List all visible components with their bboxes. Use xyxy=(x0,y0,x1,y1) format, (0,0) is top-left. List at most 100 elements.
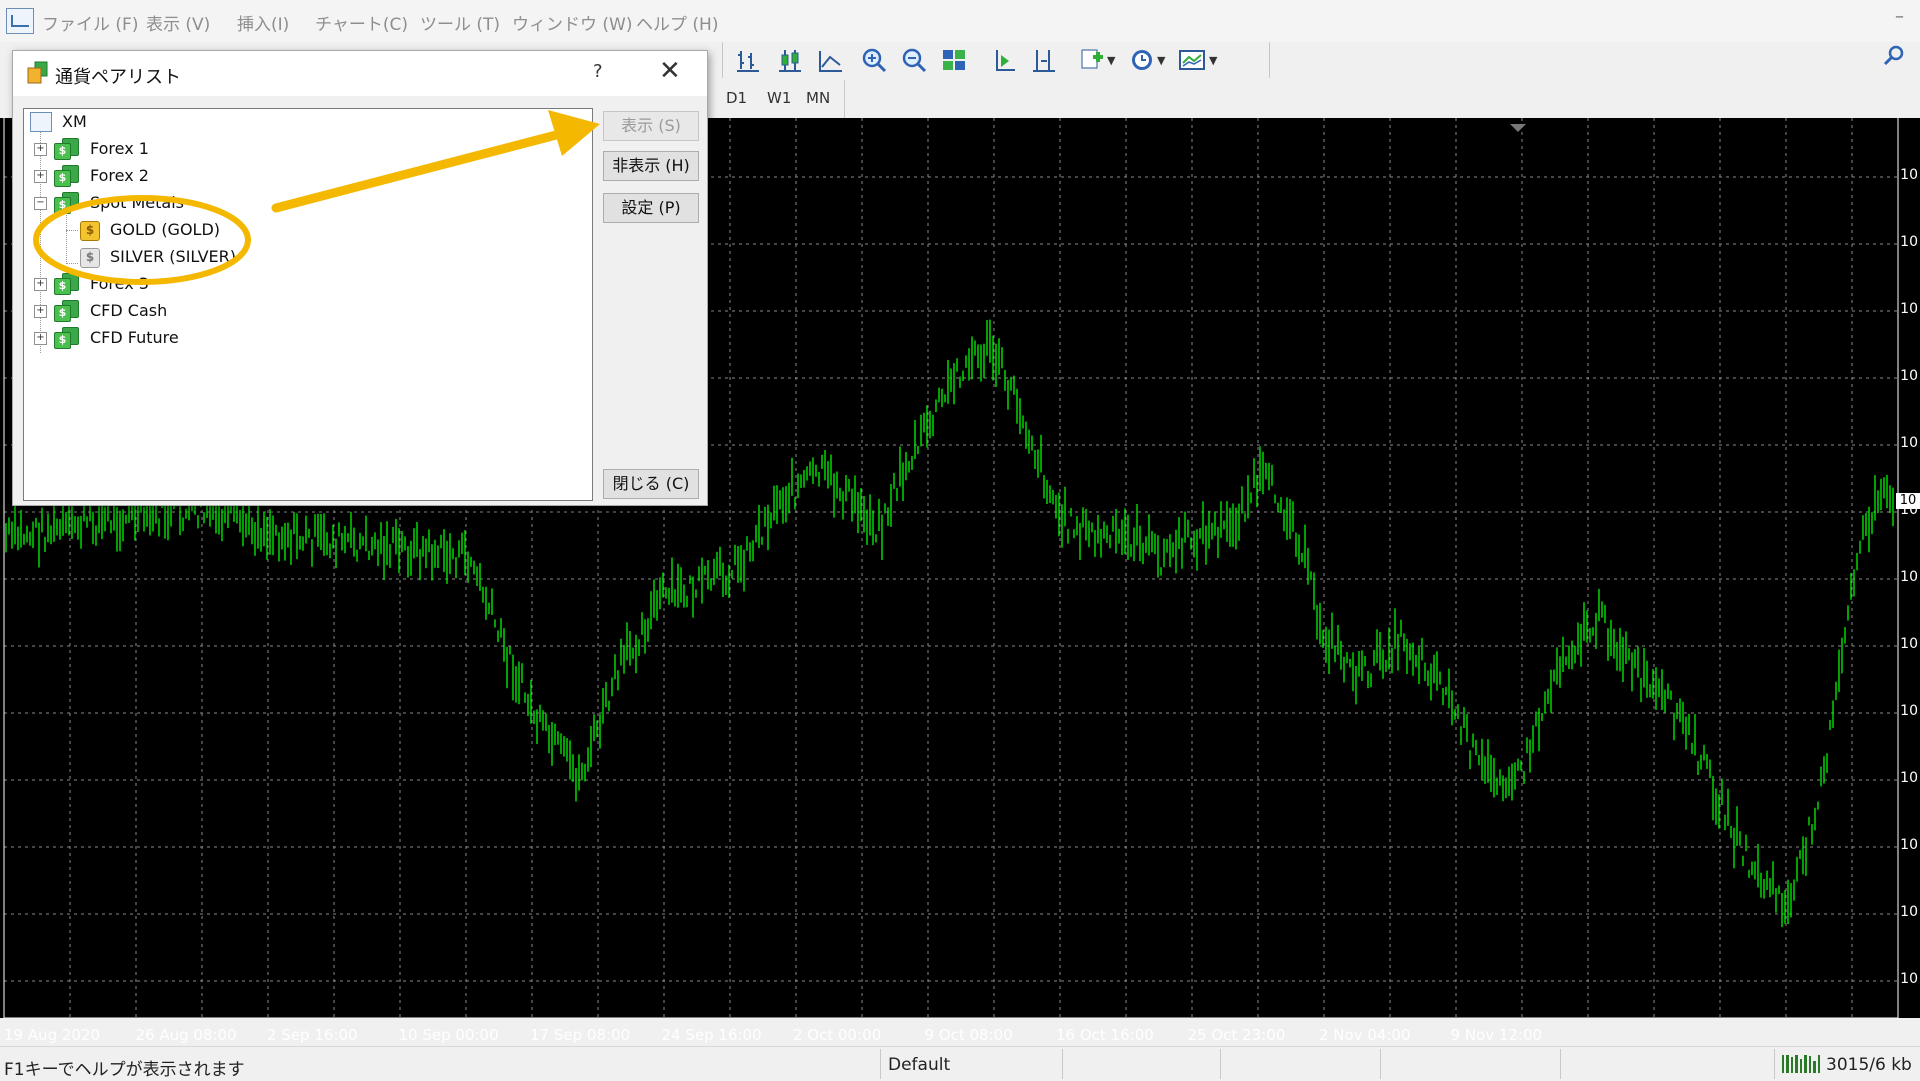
indicators-icon[interactable] xyxy=(1077,45,1107,75)
status-traffic: 3015/6 kb xyxy=(1826,1055,1912,1075)
tile-windows-icon[interactable] xyxy=(939,45,969,75)
auto-scroll-icon[interactable] xyxy=(989,45,1019,75)
symbol-folder-icon: $ xyxy=(54,138,79,160)
expand-icon[interactable]: + xyxy=(34,332,47,345)
status-separator xyxy=(1062,1049,1063,1079)
time-tick-label: 9 Oct 08:00 xyxy=(924,1026,1013,1044)
templates-dropdown-icon[interactable]: ▼ xyxy=(1209,54,1217,67)
tree-connector xyxy=(40,131,41,353)
status-bar: F1キーでヘルプが表示されます Default 3015/6 kb xyxy=(0,1046,1920,1081)
tree-group-label: CFD Future xyxy=(90,328,179,347)
time-tick-label: 2 Nov 04:00 xyxy=(1319,1026,1411,1044)
periods-dropdown-icon[interactable]: ▼ xyxy=(1157,54,1165,67)
dialog-title: 通貨ペアリスト xyxy=(55,67,181,88)
hide-button[interactable]: 非表示 (H) xyxy=(603,151,699,181)
expand-icon[interactable]: + xyxy=(34,143,47,156)
search-icon[interactable] xyxy=(1882,44,1906,74)
menu-file[interactable]: ファイル (F) xyxy=(42,10,138,35)
settings-button[interactable]: 設定 (P) xyxy=(603,193,699,223)
status-profile: Default xyxy=(888,1055,951,1075)
price-tick-label: 10 xyxy=(1900,770,1918,786)
dialog-help-button[interactable]: ? xyxy=(593,61,603,82)
symbol-folder-icon: $ xyxy=(54,165,79,187)
toolbar-chart-group: ▼ ▼ ▼ xyxy=(722,42,1270,78)
price-tick-label: 10 xyxy=(1900,636,1918,652)
tree-group-label: Spot Metals xyxy=(90,193,184,212)
broker-icon xyxy=(30,112,52,132)
menu-help[interactable]: ヘルプ (H) xyxy=(636,10,718,35)
chart-shift-marker[interactable] xyxy=(1510,124,1526,132)
dialog-symbols-icon xyxy=(27,61,49,85)
tree-group-label: Forex 1 xyxy=(90,139,149,158)
status-separator xyxy=(880,1049,881,1079)
dialog-titlebar[interactable]: 通貨ペアリスト ? ✕ xyxy=(13,51,707,96)
tree-group-label: Forex 2 xyxy=(90,166,149,185)
time-tick-label: 9 Nov 12:00 xyxy=(1450,1026,1543,1044)
minimize-button[interactable]: – xyxy=(1895,6,1904,27)
candle-chart-icon[interactable] xyxy=(775,45,805,75)
menu-view[interactable]: 表示 (V) xyxy=(146,10,210,35)
symbol-folder-icon: $ xyxy=(54,300,79,322)
menu-window[interactable]: ウィンドウ (W) xyxy=(512,10,632,35)
status-separator xyxy=(1380,1049,1381,1079)
indicators-dropdown-icon[interactable]: ▼ xyxy=(1107,54,1115,67)
timeframe-mn[interactable]: MN xyxy=(806,89,830,107)
menu-chart[interactable]: チャート(C) xyxy=(315,10,408,35)
tree-root-label: XM xyxy=(62,112,87,131)
tree-connector xyxy=(66,230,78,231)
show-button[interactable]: 表示 (S) xyxy=(603,111,699,141)
time-tick-label: 16 Oct 16:00 xyxy=(1056,1026,1154,1044)
silver-symbol-icon: $ xyxy=(80,248,100,268)
status-separator xyxy=(1560,1049,1561,1079)
symbol-folder-icon: $ xyxy=(54,273,79,295)
expand-icon[interactable]: + xyxy=(34,305,47,318)
zoom-in-icon[interactable] xyxy=(859,45,889,75)
collapse-icon[interactable]: − xyxy=(34,197,47,210)
price-tick-label: 10 xyxy=(1900,971,1918,987)
price-tick-label: 10 xyxy=(1900,703,1918,719)
gold-symbol-icon: $ xyxy=(80,221,100,241)
close-button[interactable]: 閉じる (C) xyxy=(603,469,699,499)
menu-insert[interactable]: 挿入(I) xyxy=(237,10,289,35)
symbol-tree[interactable]: XM + $ Forex 1 + $ Forex 2 − $ Spot Meta… xyxy=(23,108,593,501)
status-help-text: F1キーでヘルプが表示されます xyxy=(4,1060,245,1080)
price-tick-label: 10 xyxy=(1900,569,1918,585)
time-tick-label: 10 Sep 00:00 xyxy=(398,1026,499,1044)
tree-symbol-label: GOLD (GOLD) xyxy=(110,220,221,239)
line-chart-icon[interactable] xyxy=(815,45,845,75)
bar-chart-icon[interactable] xyxy=(733,45,763,75)
time-tick-label: 19 Aug 2020 xyxy=(4,1026,101,1044)
chart-shift-icon[interactable] xyxy=(1029,45,1059,75)
time-tick-label: 24 Sep 16:00 xyxy=(661,1026,762,1044)
price-tick-label: 10 xyxy=(1900,904,1918,920)
status-separator xyxy=(1220,1049,1221,1079)
time-tick-label: 25 Oct 23:00 xyxy=(1187,1026,1286,1044)
price-tick-label: 10 xyxy=(1900,435,1918,451)
timeframe-separator xyxy=(844,80,845,118)
symbols-dialog: 通貨ペアリスト ? ✕ XM + $ Forex 1 + $ Forex 2 −… xyxy=(12,50,708,506)
time-tick-label: 2 Sep 16:00 xyxy=(267,1026,358,1044)
tree-connector xyxy=(66,208,67,264)
connection-bars-icon[interactable] xyxy=(1782,1055,1820,1073)
tree-group-label: CFD Cash xyxy=(90,301,168,320)
app-chart-icon xyxy=(6,8,34,34)
time-tick-label: 17 Sep 08:00 xyxy=(530,1026,631,1044)
price-tick-label: 10 xyxy=(1900,167,1918,183)
price-tick-label: 10 xyxy=(1900,368,1918,384)
tree-symbol-label: SILVER (SILVER) xyxy=(110,247,236,266)
dialog-close-icon[interactable]: ✕ xyxy=(659,56,681,86)
periods-icon[interactable] xyxy=(1127,45,1157,75)
timeframe-d1[interactable]: D1 xyxy=(726,89,747,107)
symbol-folder-icon: $ xyxy=(54,192,79,214)
tree-connector xyxy=(66,263,78,264)
menu-tools[interactable]: ツール (T) xyxy=(420,10,500,35)
timeframe-w1[interactable]: W1 xyxy=(767,89,791,107)
symbol-folder-icon: $ xyxy=(54,327,79,349)
time-tick-label: 2 Oct 00:00 xyxy=(793,1026,882,1044)
expand-icon[interactable]: + xyxy=(34,278,47,291)
expand-icon[interactable]: + xyxy=(34,170,47,183)
zoom-out-icon[interactable] xyxy=(899,45,929,75)
price-tick-label: 10 xyxy=(1900,301,1918,317)
price-tick-label: 10 xyxy=(1900,837,1918,853)
templates-icon[interactable] xyxy=(1177,45,1207,75)
